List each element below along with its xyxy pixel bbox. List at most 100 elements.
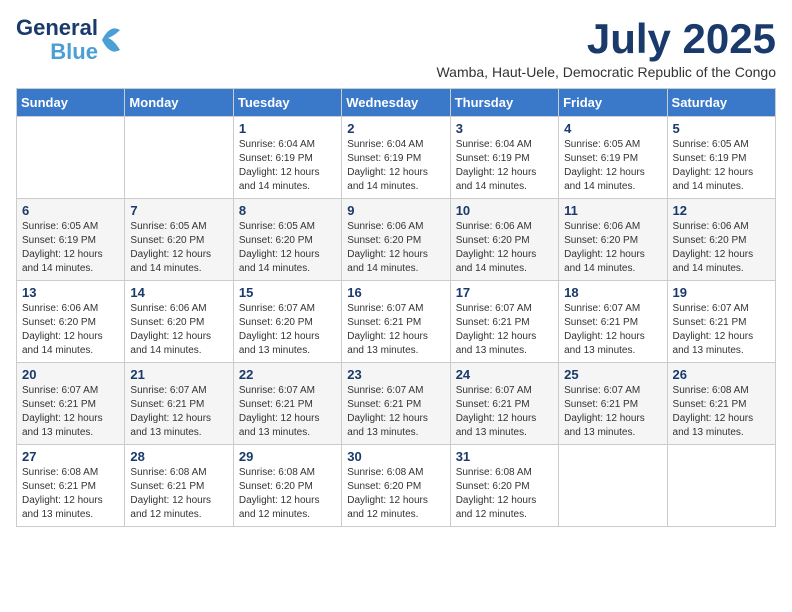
day-number: 29 xyxy=(239,449,336,464)
day-number: 6 xyxy=(22,203,119,218)
day-info: Sunrise: 6:07 AM Sunset: 6:21 PM Dayligh… xyxy=(22,384,119,440)
weekday-header-monday: Monday xyxy=(125,89,233,117)
calendar-cell: 26 Sunrise: 6:08 AM Sunset: 6:21 PM Dayli… xyxy=(667,363,775,445)
day-number: 9 xyxy=(347,203,444,218)
day-info: Sunrise: 6:05 AM Sunset: 6:20 PM Dayligh… xyxy=(130,220,227,276)
week-row-5: 27 Sunrise: 6:08 AM Sunset: 6:21 PM Dayli… xyxy=(17,445,776,527)
calendar-cell: 4 Sunrise: 6:05 AM Sunset: 6:19 PM Daylig… xyxy=(559,117,667,199)
day-info: Sunrise: 6:06 AM Sunset: 6:20 PM Dayligh… xyxy=(673,220,770,276)
day-info: Sunrise: 6:05 AM Sunset: 6:19 PM Dayligh… xyxy=(22,220,119,276)
calendar-cell: 11 Sunrise: 6:06 AM Sunset: 6:20 PM Dayli… xyxy=(559,199,667,281)
logo-bird-icon xyxy=(100,22,122,58)
calendar-cell xyxy=(667,445,775,527)
day-info: Sunrise: 6:07 AM Sunset: 6:21 PM Dayligh… xyxy=(673,302,770,358)
calendar-cell: 27 Sunrise: 6:08 AM Sunset: 6:21 PM Dayli… xyxy=(17,445,125,527)
day-number: 4 xyxy=(564,121,661,136)
day-info: Sunrise: 6:07 AM Sunset: 6:21 PM Dayligh… xyxy=(456,302,553,358)
day-number: 16 xyxy=(347,285,444,300)
calendar-cell: 28 Sunrise: 6:08 AM Sunset: 6:21 PM Dayli… xyxy=(125,445,233,527)
day-number: 21 xyxy=(130,367,227,382)
calendar-cell: 18Sunrise: 6:07 AM Sunset: 6:21 PM Dayli… xyxy=(559,281,667,363)
day-info: Sunrise: 6:08 AM Sunset: 6:21 PM Dayligh… xyxy=(22,466,119,522)
calendar-cell: 12Sunrise: 6:06 AM Sunset: 6:20 PM Dayli… xyxy=(667,199,775,281)
day-info: Sunrise: 6:08 AM Sunset: 6:21 PM Dayligh… xyxy=(673,384,770,440)
day-number: 14 xyxy=(130,285,227,300)
month-title: July 2025 xyxy=(436,16,776,62)
calendar-cell xyxy=(559,445,667,527)
day-number: 17 xyxy=(456,285,553,300)
calendar-cell: 5 Sunrise: 6:05 AM Sunset: 6:19 PM Daylig… xyxy=(667,117,775,199)
page-header: General Blue July 2025 Wamba, Haut-Uele,… xyxy=(16,16,776,80)
week-row-4: 20 Sunrise: 6:07 AM Sunset: 6:21 PM Dayli… xyxy=(17,363,776,445)
day-number: 7 xyxy=(130,203,227,218)
day-number: 23 xyxy=(347,367,444,382)
calendar-cell: 8Sunrise: 6:05 AM Sunset: 6:20 PM Daylig… xyxy=(233,199,341,281)
calendar-cell: 25Sunrise: 6:07 AM Sunset: 6:21 PM Dayli… xyxy=(559,363,667,445)
day-info: Sunrise: 6:06 AM Sunset: 6:20 PM Dayligh… xyxy=(22,302,119,358)
day-info: Sunrise: 6:08 AM Sunset: 6:20 PM Dayligh… xyxy=(347,466,444,522)
day-info: Sunrise: 6:08 AM Sunset: 6:21 PM Dayligh… xyxy=(130,466,227,522)
day-number: 18 xyxy=(564,285,661,300)
title-section: July 2025 Wamba, Haut-Uele, Democratic R… xyxy=(436,16,776,80)
day-number: 8 xyxy=(239,203,336,218)
calendar-cell: 9 Sunrise: 6:06 AM Sunset: 6:20 PM Daylig… xyxy=(342,199,450,281)
calendar-cell: 16 Sunrise: 6:07 AM Sunset: 6:21 PM Dayli… xyxy=(342,281,450,363)
day-number: 20 xyxy=(22,367,119,382)
calendar-cell: 24 Sunrise: 6:07 AM Sunset: 6:21 PM Dayli… xyxy=(450,363,558,445)
day-info: Sunrise: 6:08 AM Sunset: 6:20 PM Dayligh… xyxy=(456,466,553,522)
calendar-cell: 31 Sunrise: 6:08 AM Sunset: 6:20 PM Dayli… xyxy=(450,445,558,527)
day-number: 30 xyxy=(347,449,444,464)
weekday-header-thursday: Thursday xyxy=(450,89,558,117)
calendar-cell: 22 Sunrise: 6:07 AM Sunset: 6:21 PM Dayli… xyxy=(233,363,341,445)
day-info: Sunrise: 6:06 AM Sunset: 6:20 PM Dayligh… xyxy=(130,302,227,358)
day-info: Sunrise: 6:08 AM Sunset: 6:20 PM Dayligh… xyxy=(239,466,336,522)
calendar-cell: 29 Sunrise: 6:08 AM Sunset: 6:20 PM Dayli… xyxy=(233,445,341,527)
day-info: Sunrise: 6:06 AM Sunset: 6:20 PM Dayligh… xyxy=(456,220,553,276)
day-number: 27 xyxy=(22,449,119,464)
day-info: Sunrise: 6:04 AM Sunset: 6:19 PM Dayligh… xyxy=(347,138,444,194)
calendar-cell: 3 Sunrise: 6:04 AM Sunset: 6:19 PM Daylig… xyxy=(450,117,558,199)
day-number: 26 xyxy=(673,367,770,382)
calendar-cell: 23Sunrise: 6:07 AM Sunset: 6:21 PM Dayli… xyxy=(342,363,450,445)
day-info: Sunrise: 6:06 AM Sunset: 6:20 PM Dayligh… xyxy=(564,220,661,276)
day-number: 10 xyxy=(456,203,553,218)
calendar-cell: 13 Sunrise: 6:06 AM Sunset: 6:20 PM Dayli… xyxy=(17,281,125,363)
weekday-header-sunday: Sunday xyxy=(17,89,125,117)
day-info: Sunrise: 6:07 AM Sunset: 6:20 PM Dayligh… xyxy=(239,302,336,358)
calendar-cell: 6 Sunrise: 6:05 AM Sunset: 6:19 PM Daylig… xyxy=(17,199,125,281)
day-number: 31 xyxy=(456,449,553,464)
calendar-table: SundayMondayTuesdayWednesdayThursdayFrid… xyxy=(16,88,776,527)
day-info: Sunrise: 6:06 AM Sunset: 6:20 PM Dayligh… xyxy=(347,220,444,276)
calendar-cell: 15Sunrise: 6:07 AM Sunset: 6:20 PM Dayli… xyxy=(233,281,341,363)
day-number: 19 xyxy=(673,285,770,300)
calendar-cell: 14 Sunrise: 6:06 AM Sunset: 6:20 PM Dayli… xyxy=(125,281,233,363)
day-info: Sunrise: 6:05 AM Sunset: 6:19 PM Dayligh… xyxy=(564,138,661,194)
day-number: 5 xyxy=(673,121,770,136)
day-number: 2 xyxy=(347,121,444,136)
calendar-cell: 21Sunrise: 6:07 AM Sunset: 6:21 PM Dayli… xyxy=(125,363,233,445)
day-info: Sunrise: 6:07 AM Sunset: 6:21 PM Dayligh… xyxy=(239,384,336,440)
day-info: Sunrise: 6:04 AM Sunset: 6:19 PM Dayligh… xyxy=(456,138,553,194)
week-row-2: 6 Sunrise: 6:05 AM Sunset: 6:19 PM Daylig… xyxy=(17,199,776,281)
calendar-cell xyxy=(17,117,125,199)
day-number: 28 xyxy=(130,449,227,464)
day-number: 11 xyxy=(564,203,661,218)
day-info: Sunrise: 6:07 AM Sunset: 6:21 PM Dayligh… xyxy=(347,302,444,358)
calendar-cell: 1Sunrise: 6:04 AM Sunset: 6:19 PM Daylig… xyxy=(233,117,341,199)
week-row-3: 13 Sunrise: 6:06 AM Sunset: 6:20 PM Dayli… xyxy=(17,281,776,363)
day-number: 3 xyxy=(456,121,553,136)
day-number: 13 xyxy=(22,285,119,300)
weekday-header-row: SundayMondayTuesdayWednesdayThursdayFrid… xyxy=(17,89,776,117)
day-info: Sunrise: 6:07 AM Sunset: 6:21 PM Dayligh… xyxy=(456,384,553,440)
day-number: 22 xyxy=(239,367,336,382)
location-title: Wamba, Haut-Uele, Democratic Republic of… xyxy=(436,64,776,80)
day-info: Sunrise: 6:05 AM Sunset: 6:19 PM Dayligh… xyxy=(673,138,770,194)
week-row-1: 1 Sunrise: 6:04 AM Sunset: 6:19 PM Daylig… xyxy=(17,117,776,199)
day-number: 24 xyxy=(456,367,553,382)
weekday-header-tuesday: Tuesday xyxy=(233,89,341,117)
day-number: 1 xyxy=(239,121,336,136)
calendar-cell xyxy=(125,117,233,199)
calendar-cell: 17 Sunrise: 6:07 AM Sunset: 6:21 PM Dayli… xyxy=(450,281,558,363)
weekday-header-saturday: Saturday xyxy=(667,89,775,117)
calendar-cell: 2 Sunrise: 6:04 AM Sunset: 6:19 PM Daylig… xyxy=(342,117,450,199)
